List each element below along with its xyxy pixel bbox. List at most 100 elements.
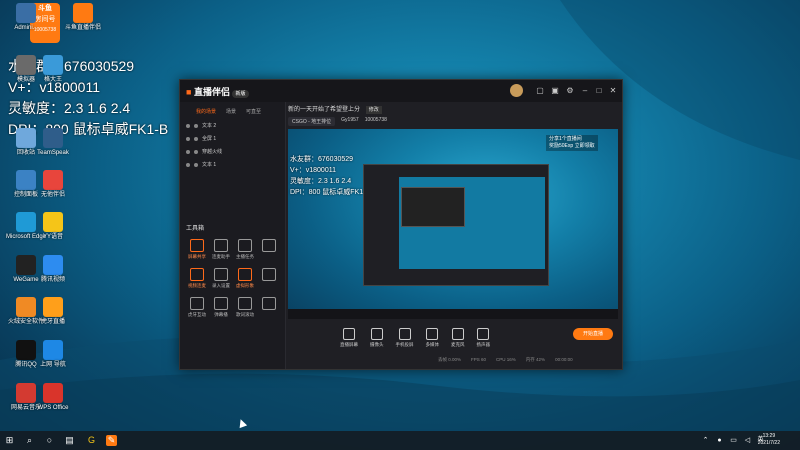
tool-item[interactable] — [257, 239, 281, 260]
desktop-icon[interactable]: Admini... — [3, 3, 49, 32]
mic-link-icon — [214, 239, 228, 252]
mic-icon — [451, 328, 464, 340]
tray-app-icon[interactable]: ● — [714, 435, 725, 446]
app-window[interactable]: ■ 直播伴侣 新版 ▢ ▣ ⚙ – □ ✕ 我的场景 场景 可直至 文本 2 全… — [179, 79, 623, 370]
tool-label: 虎牙互动 — [188, 312, 206, 317]
stream-preview[interactable]: 水友群：676030529 V+：v1800011 灵敏度：2.3 1.6 2.… — [288, 129, 618, 319]
tool-label: 视频连麦 — [188, 283, 206, 288]
status-bar: 丢帧 0.00% FPS 60 CPU 16% 内存 42% 00:00:00 — [438, 357, 573, 363]
scene-label: 文本 2 — [202, 123, 217, 129]
eye-icon[interactable] — [186, 162, 190, 167]
edit-button[interactable]: 修改 — [365, 106, 382, 114]
control-button[interactable]: 扬声器 — [477, 328, 490, 348]
tool-item[interactable]: 连麦助手 — [209, 239, 233, 260]
tab-scenes[interactable]: 场景 — [226, 108, 236, 115]
tool-item[interactable] — [257, 268, 281, 289]
network-icon[interactable]: ▭ — [728, 435, 739, 446]
control-button[interactable]: 麦克风 — [451, 328, 465, 348]
douyu-taskbar-icon[interactable]: ✎ — [106, 435, 117, 446]
lock-icon[interactable] — [194, 123, 198, 128]
eye-icon[interactable] — [186, 136, 190, 141]
eye-icon[interactable] — [186, 149, 190, 154]
search-icon[interactable]: ⌕ — [24, 435, 35, 446]
control-button[interactable]: 多媒体 — [426, 328, 439, 348]
desktop-icon[interactable]: TeamSpeak — [30, 128, 76, 157]
source-controls: 直播屏幕 摄像头 手机投屏 多媒体 麦克风 扬声器 — [288, 323, 618, 353]
desktop-icon[interactable]: 格大王 — [30, 55, 76, 84]
title-bar[interactable]: ■ 直播伴侣 新版 ▢ ▣ ⚙ – □ ✕ — [180, 80, 622, 102]
app-icon — [43, 55, 63, 75]
status-item: 内存 42% — [525, 357, 546, 362]
wps-icon — [43, 383, 63, 403]
lock-icon[interactable] — [194, 149, 198, 154]
start-live-button[interactable]: 开始直播 — [573, 328, 613, 340]
tool-label: 录入设置 — [212, 283, 230, 288]
desktop-icon[interactable]: 上网 导航 — [30, 340, 76, 369]
desktop-icon-label: TeamSpeak — [37, 150, 69, 156]
desktop-icon[interactable]: YY语音 — [30, 212, 76, 241]
clock[interactable]: 13:29 2021/7/22 — [758, 433, 780, 447]
tool-item[interactable]: 主播任务 — [233, 239, 257, 260]
avatar[interactable] — [510, 84, 523, 97]
desktop-icon[interactable]: 腾讯视频 — [30, 255, 76, 284]
close-icon[interactable]: ✕ — [608, 86, 618, 96]
tab-other[interactable]: 可直至 — [246, 108, 261, 115]
desktop-icon[interactable]: WPS Office — [30, 383, 76, 412]
lock-icon[interactable] — [194, 136, 198, 141]
cortana-icon[interactable]: ○ — [44, 435, 55, 446]
status-item: CPU 16% — [496, 357, 516, 362]
logo-text: 直播伴侣 — [193, 87, 230, 97]
scene-item[interactable]: 全屏 1 — [180, 132, 285, 145]
taskbar: ⊞ ⌕ ○ ▤ G ✎ ⌃ ● ▭ ◁ 英 13:29 2021/7/22 — [0, 431, 800, 450]
control-button[interactable]: 直播屏幕 — [340, 328, 358, 348]
tab-my-scenes[interactable]: 我的场景 — [196, 108, 216, 115]
stream-title: 新的一天开始了希望登上分 — [288, 107, 361, 113]
user-folder-icon — [16, 3, 36, 23]
message-icon[interactable]: ▢ — [535, 86, 545, 96]
desktop-icon-label: Admini... — [14, 25, 38, 31]
desktop-icon[interactable]: 斗鱼直播伴侣 — [60, 3, 106, 32]
user-id: Gy1957 — [341, 117, 359, 123]
task-view-icon[interactable]: ▤ — [64, 435, 75, 446]
tool-item[interactable] — [257, 297, 281, 318]
desktop-icon[interactable]: 虎牙直播 — [30, 297, 76, 326]
control-button[interactable]: 摄像头 — [370, 328, 384, 348]
desktop-icon[interactable]: 无他伴侣 — [30, 170, 76, 199]
control-label: 手机投屏 — [395, 342, 414, 347]
tool-item[interactable]: 视频连麦 — [185, 268, 209, 289]
lock-icon[interactable] — [194, 162, 198, 167]
status-item: 00:00:00 — [555, 357, 573, 362]
tool-item[interactable]: 歌词滚动 — [233, 297, 257, 318]
preview-line-4: DPI：800 鼠标卓威FK1-B — [290, 189, 371, 196]
video-link-icon — [190, 268, 204, 281]
category-chip[interactable]: CSGO - 地王排位 — [288, 117, 336, 126]
clock-time: 13:29 — [762, 433, 776, 439]
minimize-icon[interactable]: – — [580, 86, 590, 96]
maximize-icon[interactable]: □ — [594, 86, 604, 96]
tray-icon[interactable]: ⌃ — [700, 435, 711, 446]
scene-label: 全屏 1 — [202, 136, 217, 142]
control-label: 麦克风 — [451, 342, 465, 347]
tool-item[interactable]: 录入设置 — [209, 268, 233, 289]
control-button[interactable]: 手机投屏 — [396, 328, 414, 348]
scene-item[interactable]: 文本 2 — [180, 119, 285, 132]
lyrics-icon — [238, 297, 252, 310]
app-g-icon[interactable]: G — [86, 435, 97, 446]
corner-line-1: 分享1个直播间 — [549, 136, 582, 142]
phone-icon — [398, 328, 411, 340]
blank-icon — [262, 297, 276, 310]
gift-icon[interactable]: ▣ — [550, 86, 560, 96]
tool-item[interactable]: 弹幕播 — [209, 297, 233, 318]
windows-start-icon[interactable]: ⊞ — [4, 435, 15, 446]
volume-icon[interactable]: ◁ — [742, 435, 753, 446]
preview-line-2: V+：v1800011 — [290, 167, 336, 174]
settings-icon[interactable]: ⚙ — [565, 86, 575, 96]
tool-item[interactable]: 虚拟形象 — [233, 268, 257, 289]
scene-item[interactable]: 穿越火线 — [180, 145, 285, 158]
status-item: 丢帧 0.00% — [438, 357, 462, 362]
eye-icon[interactable] — [186, 123, 190, 128]
tool-label: 屏幕共享 — [188, 254, 206, 259]
scene-item[interactable]: 文本 1 — [180, 158, 285, 171]
tool-item[interactable]: 屏幕共享 — [185, 239, 209, 260]
tool-item[interactable]: 虎牙互动 — [185, 297, 209, 318]
